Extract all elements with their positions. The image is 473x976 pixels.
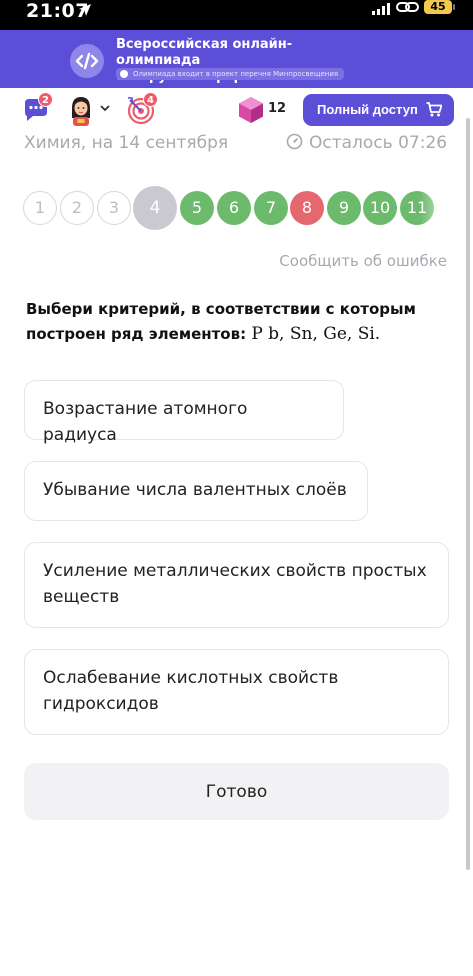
question-9-button[interactable]: 9 [327, 191, 361, 225]
question-7-button[interactable]: 7 [254, 191, 288, 225]
battery-indicator: 45 [424, 0, 452, 14]
chevron-down-icon[interactable] [100, 104, 110, 112]
avatar-button[interactable] [66, 94, 96, 130]
battery-tip [453, 4, 455, 10]
olympiad-banner[interactable]: Всероссийская онлайн-олимпиада Учи.ру по… [0, 30, 473, 88]
app-header: 2 4 12 Полный доступ [0, 88, 473, 132]
link-icon [396, 2, 419, 12]
chat-badge: 2 [38, 92, 53, 107]
cart-icon [426, 102, 442, 117]
answer-option-1[interactable]: Возрастание атомного радиуса [24, 380, 344, 445]
question-5-button[interactable]: 5 [180, 191, 214, 225]
answer-option-3[interactable]: Усиление металлических свойств простых в… [24, 542, 449, 628]
banner-title-line1: Всероссийская онлайн-олимпиада [116, 37, 293, 68]
answer-option-2[interactable]: Убывание числа валентных слоёв [24, 461, 368, 521]
scrollbar[interactable] [466, 118, 470, 870]
crystal-icon [239, 97, 263, 123]
question-1-button[interactable]: 1 [23, 191, 57, 225]
done-button[interactable]: Готово [24, 763, 449, 820]
banner-note-text: Олимпиада входит в проект перечня Минпро… [133, 70, 339, 78]
goals-badge: 4 [143, 92, 158, 107]
question-text: Выбери критерий, в соответствии с которы… [26, 297, 446, 347]
answer-option-4[interactable]: Ослабевание кислотных свойств гидроксидо… [24, 649, 449, 735]
question-10-button[interactable]: 10 [363, 191, 397, 225]
timer: Осталось 07:26 [286, 133, 447, 153]
code-logo-icon [70, 44, 104, 78]
full-access-button[interactable]: Полный доступ [303, 94, 454, 126]
chat-button[interactable]: 2 [22, 92, 53, 128]
question-2-button[interactable]: 2 [60, 191, 94, 225]
report-error-link[interactable]: Сообщить об ошибке [279, 252, 447, 270]
location-arrow-icon [79, 4, 91, 16]
avatar-icon [72, 97, 90, 126]
check-badge-icon [120, 70, 128, 78]
question-formula: P b, Sn, Ge, Si. [251, 324, 381, 344]
timer-text: Осталось 07:26 [309, 133, 448, 153]
signal-icon [372, 3, 390, 15]
stopwatch-icon [286, 133, 303, 150]
crystal-count: 12 [268, 101, 287, 116]
banner-note: Олимпиада входит в проект перечня Минпро… [116, 68, 345, 80]
goals-button[interactable]: 4 [126, 92, 158, 129]
subject-date: Химия, на 14 сентября [24, 133, 229, 153]
question-navigator: 1 2 3 4 5 6 7 8 9 10 11 [0, 186, 473, 230]
question-8-button[interactable]: 8 [290, 191, 324, 225]
question-4-button[interactable]: 4 [133, 186, 177, 230]
status-bar: 21:07 45 [0, 0, 473, 30]
full-access-label: Полный доступ [317, 102, 418, 117]
question-6-button[interactable]: 6 [217, 191, 251, 225]
question-3-button[interactable]: 3 [97, 191, 131, 225]
